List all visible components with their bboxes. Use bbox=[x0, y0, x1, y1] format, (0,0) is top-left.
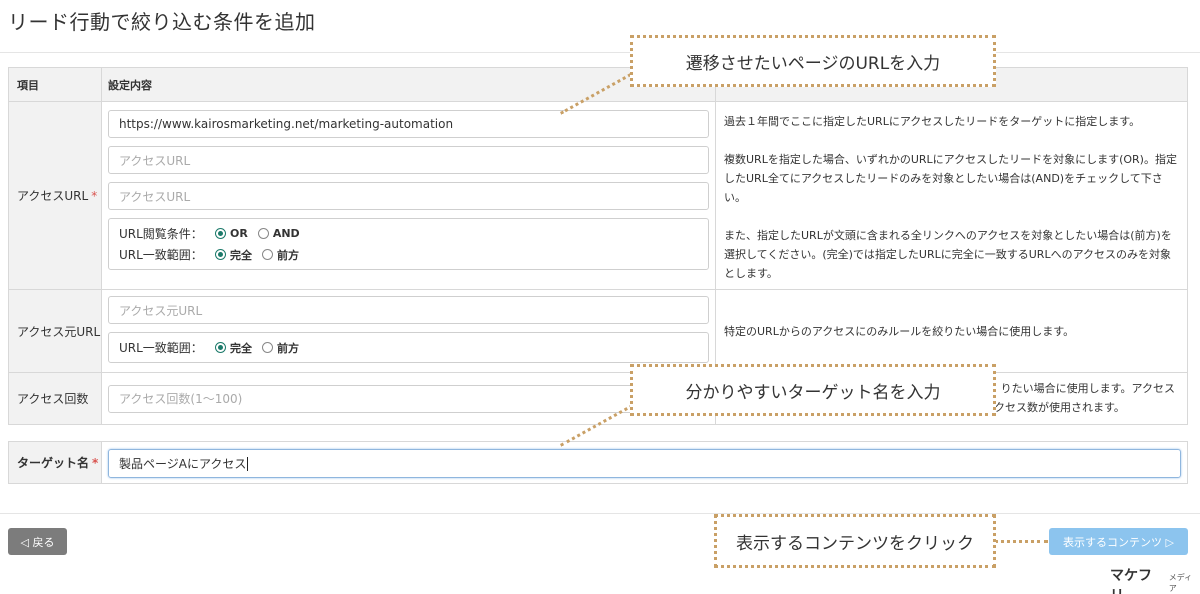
access-url-input-3[interactable]: アクセスURL bbox=[108, 182, 709, 210]
access-url-input-1[interactable]: https://www.kairosmarketing.net/marketin… bbox=[108, 110, 709, 138]
radio-prefix-dot[interactable] bbox=[262, 249, 273, 260]
referrer-match-label: URL一致範囲： bbox=[119, 341, 203, 355]
referrer-url-label: アクセス元URL bbox=[9, 290, 102, 372]
header-settings: 設定内容 bbox=[102, 68, 716, 101]
callout-content: 表示するコンテンツをクリック bbox=[714, 514, 996, 568]
access-url-label-text: アクセスURL bbox=[17, 189, 89, 203]
target-input-wrap: 製品ページAにアクセス bbox=[102, 442, 1187, 483]
access-url-desc-1: 過去１年間でここに指定したURLにアクセスしたリードをターゲットに指定します。 bbox=[724, 115, 1141, 128]
target-required-mark: * bbox=[92, 455, 99, 470]
radio-prefix[interactable]: 前方 bbox=[262, 247, 299, 263]
access-url-row: アクセスURL * https://www.kairosmarketing.net… bbox=[9, 102, 1187, 290]
target-name-label-text: ターゲット名 bbox=[17, 456, 90, 470]
radio-exact[interactable]: 完全 bbox=[215, 247, 252, 263]
access-count-inputs: アクセス回数(1〜100) bbox=[102, 373, 716, 424]
text-caret bbox=[247, 456, 249, 471]
access-url-options: URL閲覧条件： OR AND URL一致範囲： 完全 前方 bbox=[108, 218, 709, 270]
title-divider bbox=[0, 52, 1200, 53]
radio-or-label: OR bbox=[230, 227, 248, 240]
access-url-description: 過去１年間でここに指定したURLにアクセスしたリードをターゲットに指定します。 … bbox=[716, 102, 1187, 289]
url-condition-line: URL閲覧条件： OR AND bbox=[119, 225, 698, 242]
referrer-url-inputs: アクセス元URL URL一致範囲： 完全 前方 bbox=[102, 290, 716, 372]
radio-and-label: AND bbox=[272, 227, 300, 240]
brand-logo-sub: メディア bbox=[1168, 573, 1193, 593]
access-count-label: アクセス回数 bbox=[9, 373, 102, 424]
referrer-radio-prefix-dot[interactable] bbox=[262, 342, 273, 353]
header-item: 項目 bbox=[9, 68, 102, 101]
condition-table: 項目 設定内容 アクセスURL * https://www.kairosmarke… bbox=[8, 67, 1188, 425]
target-name-value: 製品ページAにアクセス bbox=[119, 457, 247, 471]
radio-and-dot[interactable] bbox=[257, 228, 269, 239]
access-count-row: アクセス回数 アクセス回数(1〜100) りたい場合に使用します。アクセス クセ… bbox=[9, 373, 1187, 424]
referrer-url-options: URL一致範囲： 完全 前方 bbox=[108, 332, 709, 363]
referrer-radio-prefix[interactable]: 前方 bbox=[262, 340, 299, 356]
access-url-label: アクセスURL * bbox=[9, 102, 102, 289]
brand-logo: マケフリ メディア bbox=[1110, 565, 1200, 594]
page-title: リード行動で絞り込む条件を追加 bbox=[8, 10, 316, 34]
referrer-radio-exact-label: 完全 bbox=[230, 341, 252, 355]
referrer-url-row: アクセス元URL アクセス元URL URL一致範囲： 完全 前方 特定のURLか… bbox=[9, 290, 1187, 373]
url-match-label: URL一致範囲： bbox=[119, 248, 203, 262]
radio-and[interactable]: AND bbox=[257, 227, 300, 240]
callout-content-leader bbox=[994, 540, 1048, 543]
access-url-desc-3: また、指定したURLが文頭に含まれる全リンクへのアクセスを対象としたい場合は(前… bbox=[724, 229, 1172, 280]
required-mark: * bbox=[91, 188, 98, 203]
referrer-radio-exact-dot[interactable] bbox=[215, 342, 226, 353]
callout-url: 遷移させたいページのURLを入力 bbox=[630, 35, 996, 87]
target-name-label: ターゲット名 * bbox=[9, 442, 102, 483]
referrer-match-line: URL一致範囲： 完全 前方 bbox=[119, 339, 698, 356]
show-content-button[interactable]: 表示するコンテンツ ▷ bbox=[1049, 528, 1188, 555]
referrer-radio-exact[interactable]: 完全 bbox=[215, 340, 252, 356]
radio-or[interactable]: OR bbox=[215, 227, 248, 240]
footer-divider bbox=[0, 513, 1200, 514]
radio-exact-dot[interactable] bbox=[215, 249, 226, 260]
back-button[interactable]: ◁ 戻る bbox=[8, 528, 67, 555]
callout-target: 分かりやすいターゲット名を入力 bbox=[630, 364, 996, 416]
radio-prefix-label: 前方 bbox=[277, 248, 299, 262]
url-match-line: URL一致範囲： 完全 前方 bbox=[119, 246, 698, 263]
target-name-input[interactable]: 製品ページAにアクセス bbox=[108, 449, 1181, 478]
target-name-table: ターゲット名 * 製品ページAにアクセス bbox=[8, 441, 1188, 484]
access-url-input-2[interactable]: アクセスURL bbox=[108, 146, 709, 174]
url-condition-label: URL閲覧条件： bbox=[119, 227, 203, 241]
referrer-radio-prefix-label: 前方 bbox=[277, 341, 299, 355]
access-url-inputs: https://www.kairosmarketing.net/marketin… bbox=[102, 102, 716, 289]
radio-exact-label: 完全 bbox=[230, 248, 252, 262]
brand-logo-main: マケフリ bbox=[1110, 568, 1152, 594]
radio-or-dot[interactable] bbox=[215, 228, 226, 239]
table-header-row: 項目 設定内容 bbox=[9, 68, 1187, 102]
access-count-input[interactable]: アクセス回数(1〜100) bbox=[108, 384, 709, 413]
referrer-url-description: 特定のURLからのアクセスにのみルールを絞りたい場合に使用します。 bbox=[724, 324, 1075, 338]
referrer-url-input[interactable]: アクセス元URL bbox=[108, 296, 709, 324]
access-url-desc-2: 複数URLを指定した場合、いずれかのURLにアクセスしたリードを対象にします(O… bbox=[724, 153, 1177, 204]
